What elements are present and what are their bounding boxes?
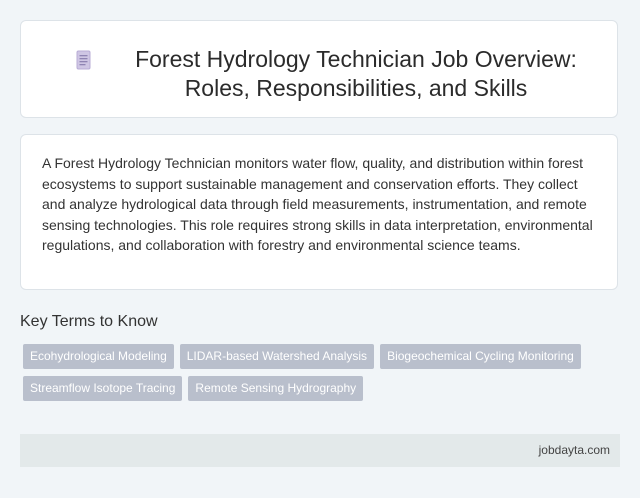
key-terms-list: Ecohydrological Modeling LIDAR-based Wat… <box>23 344 603 408</box>
key-term-tag: Ecohydrological Modeling <box>23 344 174 369</box>
document-icon <box>76 50 91 70</box>
key-term-tag: Remote Sensing Hydrography <box>188 376 364 401</box>
description-card: A Forest Hydrology Technician monitors w… <box>20 134 618 290</box>
page-title: Forest Hydrology Technician Job Overview… <box>135 46 577 101</box>
title-card: Forest Hydrology Technician Job Overview… <box>20 20 618 118</box>
key-term-tag: Streamflow Isotope Tracing <box>23 376 183 401</box>
footer: jobdayta.com <box>20 434 620 467</box>
key-term-tag: LIDAR-based Watershed Analysis <box>179 344 375 369</box>
key-terms-heading: Key Terms to Know <box>20 313 158 330</box>
job-description: A Forest Hydrology Technician monitors w… <box>42 155 593 253</box>
footer-brand-link[interactable]: jobdayta.com <box>539 443 610 458</box>
key-term-tag: Biogeochemical Cycling Monitoring <box>380 344 581 369</box>
